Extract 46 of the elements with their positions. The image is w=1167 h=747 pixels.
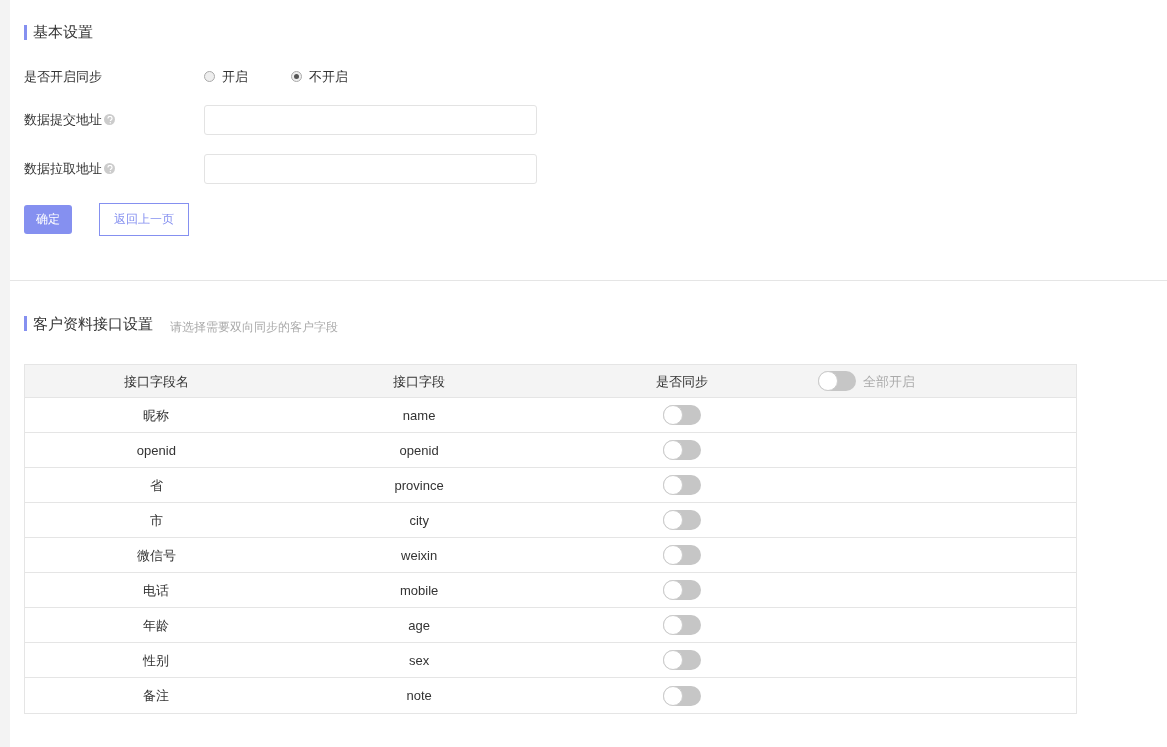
- table-cell-text: 性别: [143, 651, 170, 670]
- table-cell-text: note: [406, 687, 432, 705]
- table-cell-text: 市: [149, 511, 163, 530]
- section-title: 客户资料接口设置: [33, 313, 153, 334]
- table-cell-text: 备注: [143, 687, 170, 705]
- table-cell-text: 昵称: [143, 406, 170, 425]
- toggle-switch[interactable]: [662, 475, 701, 496]
- heading-accent-bar: [24, 316, 27, 332]
- toggle-switch[interactable]: [662, 545, 701, 566]
- table-cell-text: sex: [409, 651, 430, 670]
- toggle-switch[interactable]: [662, 650, 701, 671]
- heading-accent-bar: [24, 24, 27, 40]
- table-cell-text: 微信号: [136, 546, 176, 565]
- toggle-switch[interactable]: [662, 580, 701, 601]
- toggle-switch[interactable]: [662, 440, 701, 461]
- table-cell-text: mobile: [399, 581, 439, 600]
- field-label: 是否开启同步: [24, 67, 103, 86]
- table-cell-text: name: [402, 406, 436, 425]
- toggle-switch[interactable]: [662, 510, 701, 531]
- help-icon: [104, 114, 115, 125]
- table-cell-text: city: [409, 511, 429, 530]
- field-label: 数据提交地址: [24, 110, 102, 129]
- input-field[interactable]: [204, 153, 537, 184]
- radio-option[interactable]: 开启: [204, 66, 291, 87]
- help-icon: [104, 163, 115, 174]
- column-header: 接口字段名: [123, 372, 189, 391]
- toggle-switch[interactable]: [818, 371, 857, 392]
- toggle-switch[interactable]: [662, 685, 701, 706]
- table-cell-text: openid: [399, 441, 439, 460]
- table-cell-text: 年龄: [143, 616, 170, 635]
- column-header: 是否同步: [655, 372, 708, 391]
- table-cell-text: weixin: [401, 546, 438, 565]
- field-label: 数据拉取地址: [24, 159, 102, 178]
- toggle-switch[interactable]: [662, 615, 701, 636]
- toggle-switch[interactable]: [662, 405, 701, 426]
- table-cell-text: province: [394, 476, 444, 495]
- section-title: 基本设置: [33, 22, 93, 42]
- table-cell-text: openid: [136, 441, 176, 460]
- radio-option[interactable]: 不开启: [291, 66, 378, 87]
- table-cell-text: age: [408, 616, 430, 635]
- table-cell-text: 电话: [143, 581, 170, 600]
- enable-all-label: 全部开启: [863, 372, 916, 391]
- table-cell-text: 省: [149, 476, 163, 495]
- hint-text: 请选择需要双向同步的客户字段: [170, 319, 338, 337]
- column-header: 接口字段: [393, 372, 446, 391]
- input-field[interactable]: [204, 104, 537, 135]
